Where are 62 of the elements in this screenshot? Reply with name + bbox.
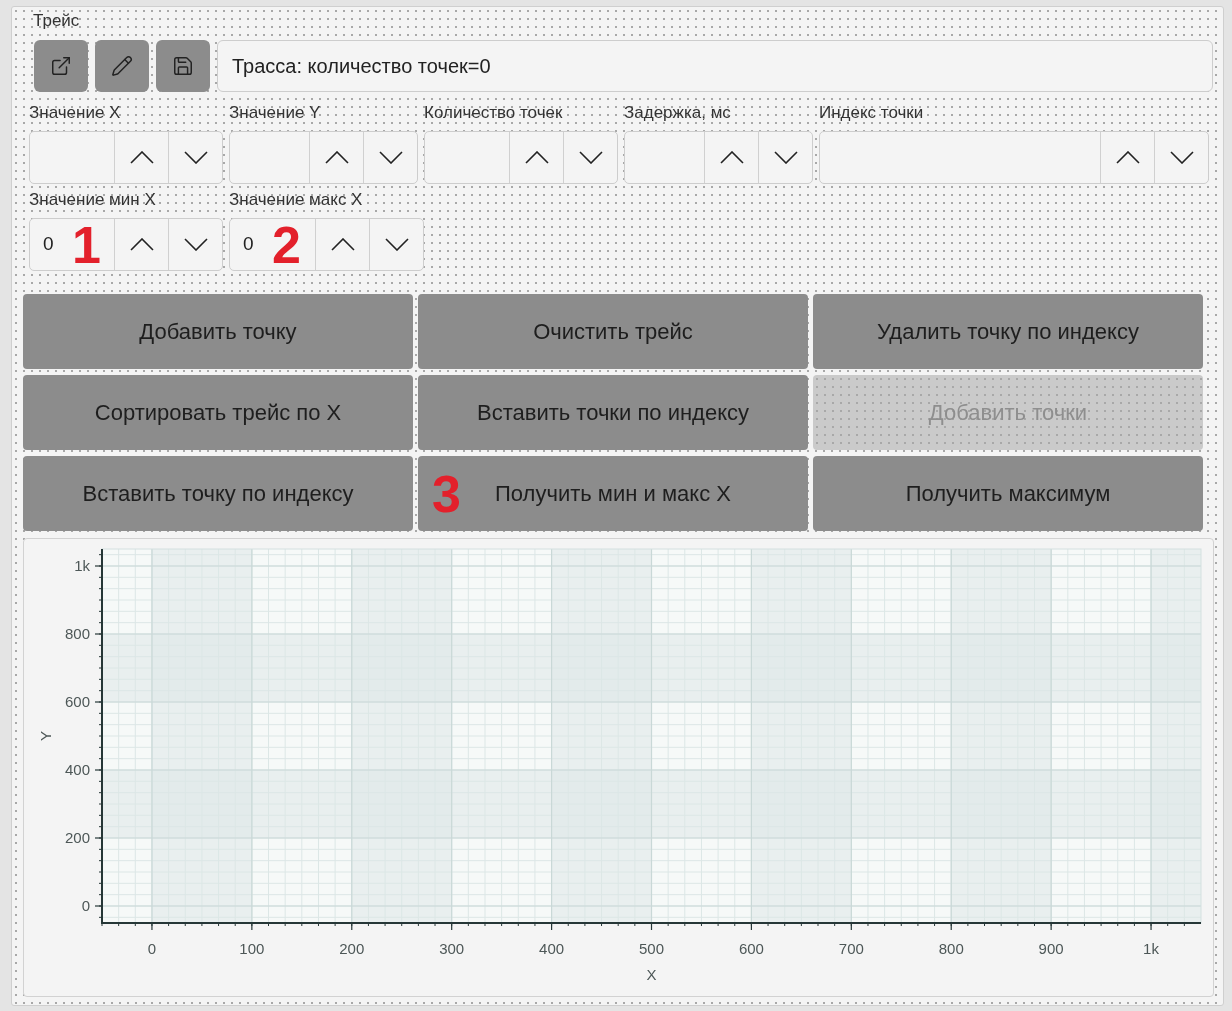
tick-label: 1k (74, 557, 90, 574)
chevron-up-icon (129, 238, 154, 251)
field-label: Индекс точки (819, 103, 925, 123)
tick-label: 800 (938, 940, 964, 957)
tick-label: 1k (1143, 940, 1159, 957)
tick-label: 400 (64, 761, 90, 778)
trace-info-field[interactable]: Трасса: количество точек=0 (217, 40, 1213, 92)
field-label: Значение макс X (229, 190, 364, 210)
tick-label: 100 (239, 940, 265, 957)
annotation-number: 2 (272, 219, 301, 270)
chevron-down-icon (183, 151, 208, 164)
chevron-up-icon (129, 151, 154, 164)
axis-title: Y (37, 731, 54, 741)
number-input[interactable]: 0 (230, 219, 266, 270)
tick-label: 200 (64, 829, 90, 846)
annotation-number: 3 (432, 468, 461, 520)
action-button[interactable]: Добавить точку (23, 294, 413, 369)
section-title: Трейс (33, 11, 80, 31)
number-input[interactable]: 0 (30, 219, 66, 270)
tick-label: 600 (738, 940, 764, 957)
number-spinner[interactable]: 0 1 (29, 218, 223, 271)
pencil-icon (111, 55, 133, 77)
field-label: Значение мин X (29, 190, 157, 210)
chevron-down-icon (183, 238, 208, 251)
chevron-up-icon (719, 151, 744, 164)
annotation-number: 1 (72, 219, 101, 270)
save-icon (172, 55, 194, 77)
chevron-up-icon (330, 238, 355, 251)
chevron-down-icon (384, 238, 409, 251)
tick-label: 600 (64, 693, 90, 710)
chevron-down-icon (578, 151, 603, 164)
action-button[interactable]: Удалить точку по индексу (813, 294, 1203, 369)
chevron-up-icon (1115, 151, 1140, 164)
chevron-down-icon (378, 151, 403, 164)
edit-button[interactable] (95, 40, 149, 92)
tick-label: 700 (838, 940, 864, 957)
chevron-down-icon (1169, 151, 1194, 164)
external-link-icon (50, 55, 72, 77)
field-label: Значение X (29, 103, 122, 123)
tick-label: 500 (639, 940, 664, 957)
tick-label: 0 (147, 940, 157, 957)
field-label: Значение Y (229, 103, 322, 123)
tick-label: 400 (539, 940, 565, 957)
field-label: Задержка, мс (624, 103, 732, 123)
action-button[interactable]: Вставить точку по индексу (23, 456, 413, 531)
export-button[interactable] (34, 40, 88, 92)
tick-label: 300 (439, 940, 465, 957)
action-button[interactable]: Сортировать трейс по X (23, 375, 413, 450)
tick-label: 900 (1038, 940, 1064, 957)
tick-label: 200 (339, 940, 365, 957)
action-button[interactable]: Вставить точки по индексу (418, 375, 808, 450)
tick-label: 0 (81, 897, 90, 914)
save-button[interactable] (156, 40, 210, 92)
chevron-up-icon (524, 151, 549, 164)
field-label: Количество точек (424, 103, 564, 123)
number-spinner[interactable]: 0 2 (229, 218, 424, 271)
tick-label: 800 (64, 625, 90, 642)
chevron-down-icon (773, 151, 798, 164)
axis-title: X (646, 966, 657, 983)
action-button[interactable]: Очистить трейс (418, 294, 808, 369)
action-button[interactable]: Получить максимум (813, 456, 1203, 531)
chevron-up-icon (324, 151, 349, 164)
